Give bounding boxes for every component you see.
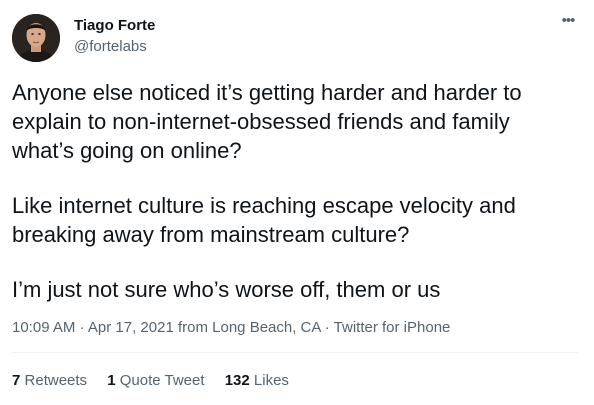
tweet-header: Tiago Forte @fortelabs ••• bbox=[12, 12, 582, 64]
tweet-text: Anyone else noticed it’s getting harder … bbox=[12, 78, 582, 304]
more-options-button[interactable]: ••• bbox=[556, 12, 580, 38]
avatar[interactable] bbox=[12, 14, 60, 62]
author-info: Tiago Forte @fortelabs bbox=[74, 16, 155, 57]
retweets-count: 7 bbox=[12, 372, 21, 389]
tweet-timestamp[interactable]: 10:09 AM · Apr 17, 2021 bbox=[12, 319, 174, 336]
tweet-date: Apr 17, 2021 bbox=[87, 319, 174, 336]
tweet-card: Tiago Forte @fortelabs ••• Anyone else n… bbox=[0, 0, 594, 405]
author-display-name[interactable]: Tiago Forte bbox=[74, 16, 155, 36]
quotes-count: 1 bbox=[107, 372, 116, 389]
retweets-label: Retweets bbox=[24, 372, 88, 389]
from-label: from bbox=[177, 319, 208, 336]
quote-tweets-stat[interactable]: 1 Quote Tweet bbox=[107, 371, 204, 391]
likes-stat[interactable]: 132 Likes bbox=[225, 371, 289, 391]
avatar-portrait-icon bbox=[12, 14, 60, 62]
tweet-stats: 7 Retweets 1 Quote Tweet 132 Likes bbox=[12, 371, 305, 391]
quotes-label: Quote Tweet bbox=[119, 372, 205, 389]
tweet-paragraph: Like internet culture is reaching escape… bbox=[12, 193, 516, 247]
more-horizontal-icon: ••• bbox=[561, 12, 576, 29]
tweet-time: 10:09 AM bbox=[12, 319, 76, 336]
retweets-stat[interactable]: 7 Retweets bbox=[12, 371, 87, 391]
author-handle[interactable]: @fortelabs bbox=[74, 37, 155, 57]
tweet-paragraph: Anyone else noticed it’s getting harder … bbox=[12, 80, 522, 163]
tweet-metadata: 10:09 AM · Apr 17, 2021 from Long Beach,… bbox=[12, 318, 450, 338]
meta-separator: · bbox=[324, 319, 330, 336]
tweet-paragraph: I’m just not sure who’s worse off, them … bbox=[12, 277, 441, 302]
likes-label: Likes bbox=[253, 372, 289, 389]
meta-separator: · bbox=[79, 319, 85, 336]
tweet-source[interactable]: Twitter for iPhone bbox=[334, 319, 451, 336]
tweet-location[interactable]: Long Beach, CA bbox=[212, 319, 320, 336]
likes-count: 132 bbox=[224, 372, 250, 389]
divider bbox=[12, 352, 578, 353]
